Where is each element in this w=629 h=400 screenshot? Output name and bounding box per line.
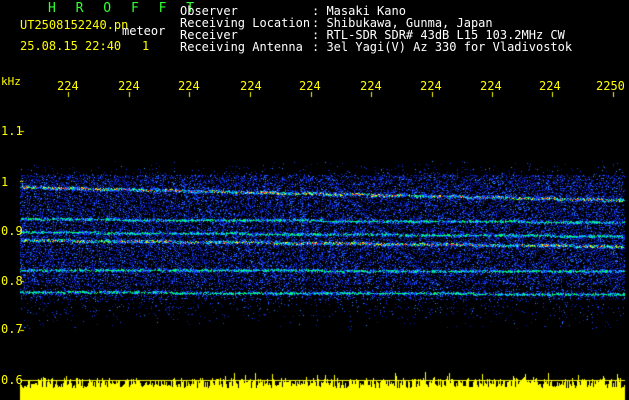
time-tick-label: 224 bbox=[420, 79, 442, 93]
spectrogram-canvas bbox=[0, 0, 629, 400]
time-tick-label: 224 bbox=[360, 79, 382, 93]
time-tick-label: 224 bbox=[539, 79, 561, 93]
freq-tick-label: 1 bbox=[1, 175, 9, 189]
meteor-label: meteor bbox=[122, 24, 166, 38]
freq-unit-label: kHz bbox=[1, 75, 21, 88]
datetime: 25.08.15 22:40 bbox=[20, 39, 122, 53]
time-tick-label: 224 bbox=[240, 79, 262, 93]
freq-tick-label: 0.6 bbox=[1, 373, 23, 387]
freq-tick-label: 0.9 bbox=[1, 224, 23, 238]
time-tick-label: 224 bbox=[118, 79, 140, 93]
freq-tick-label: 0.8 bbox=[1, 274, 23, 288]
filename: UT2508152240.pn bbox=[20, 18, 129, 32]
freq-tick-label: 1.1 bbox=[1, 124, 23, 138]
time-tick-label: 224 bbox=[57, 79, 79, 93]
time-tick-label: 224 bbox=[178, 79, 200, 93]
time-tick-label: 224 bbox=[299, 79, 321, 93]
antenna-label: Receiving Antenna bbox=[180, 40, 303, 54]
time-tick-label: 224 bbox=[480, 79, 502, 93]
time-tick-label: 2250 bbox=[596, 79, 625, 93]
freq-tick-label: 0.7 bbox=[1, 322, 23, 336]
meteor-count: 1 bbox=[142, 39, 150, 53]
app-title: H R O F F T bbox=[48, 1, 201, 16]
antenna-value: : 3el Yagi(V) Az 330 for Vladivostok bbox=[312, 40, 573, 54]
